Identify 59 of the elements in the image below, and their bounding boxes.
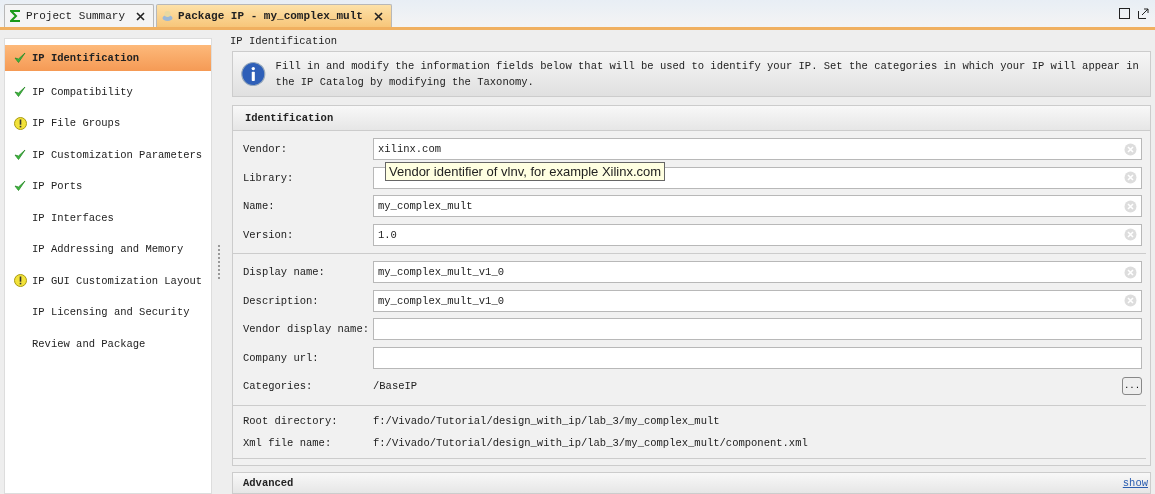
check-icon	[13, 148, 27, 161]
clear-icon[interactable]	[1124, 142, 1137, 156]
text-field[interactable]: my_complex_mult_v1_0	[373, 289, 1142, 312]
maximize-icon[interactable]	[1119, 8, 1130, 19]
text-field[interactable]	[373, 346, 1142, 369]
check-icon	[13, 52, 27, 64]
sidebar-item[interactable]: IP Identification	[5, 45, 211, 71]
field-label: Display name:	[243, 266, 326, 279]
field-label: Root directory:	[243, 414, 339, 427]
group-title: IP Identification	[230, 35, 338, 47]
tab[interactable]: Project Summary	[4, 4, 155, 27]
text-field[interactable]: xilinx.com	[373, 138, 1142, 161]
text-field[interactable]: my_complex_mult_v1_0	[373, 261, 1142, 284]
check-icon	[13, 180, 27, 193]
field-label: Categories:	[243, 380, 314, 393]
close-icon[interactable]	[373, 11, 383, 21]
close-icon[interactable]	[136, 11, 146, 21]
sidebar-item[interactable]: IP Licensing and Security	[5, 296, 211, 328]
sidebar-item[interactable]: IP Ports	[5, 170, 211, 202]
clear-icon[interactable]	[1124, 294, 1137, 308]
text-field[interactable]: 1.0	[373, 223, 1142, 246]
sidebar-item[interactable]: IP File Groups	[5, 107, 211, 139]
tab[interactable]: Package IP - my_complex_mult	[156, 4, 392, 27]
sidebar-item[interactable]: IP Addressing and Memory	[5, 233, 211, 265]
text-field[interactable]: my_complex_mult	[373, 195, 1142, 218]
field-label: Xml file name:	[243, 436, 333, 449]
field-value: f:/Vivado/Tutorial/design_with_ip/lab_3/my_complex_mult	[373, 414, 721, 427]
sidebar-item[interactable]: IP Customization Parameters	[5, 139, 211, 171]
show-link[interactable]: show	[1122, 477, 1148, 489]
browse-button[interactable]: ...	[1122, 377, 1142, 396]
clear-icon[interactable]	[1124, 265, 1137, 279]
section-title: Advanced	[243, 477, 294, 489]
field-label: Name:	[243, 200, 276, 213]
field-label: Company url:	[243, 351, 320, 364]
sidebar-item[interactable]: IP Compatibility	[5, 76, 211, 108]
field-label: Vendor display name:	[243, 323, 371, 336]
field-value: f:/Vivado/Tutorial/design_with_ip/lab_3/my_complex_mult/component.xml	[373, 436, 809, 449]
field-label: Vendor:	[243, 143, 289, 156]
tooltip: Vendor identifier of vlnv, for example Xilinx.com	[385, 162, 666, 181]
info-text: Fill in and modify the information fields below that will be used to identify your IP. Set the categories in which your IP will appear in the IP Catalog by modifying the Taxonomy.	[275, 59, 1140, 90]
sigma-icon	[10, 10, 21, 22]
sidebar-item[interactable]: IP GUI Customization Layout	[5, 265, 211, 297]
clear-icon[interactable]	[1124, 228, 1137, 242]
section-title: Identification	[245, 112, 334, 124]
popout-icon[interactable]	[1138, 8, 1149, 19]
warning-icon	[13, 116, 27, 130]
clear-icon[interactable]	[1124, 199, 1137, 213]
package-icon	[162, 10, 174, 22]
sidebar-item[interactable]: IP Interfaces	[5, 202, 211, 234]
text-field[interactable]	[373, 318, 1142, 341]
splitter-handle[interactable]	[218, 244, 220, 280]
field-label: Library:	[243, 171, 295, 184]
field-label: Version:	[243, 228, 295, 241]
clear-icon[interactable]	[1124, 171, 1137, 185]
field-value: /BaseIP	[373, 380, 419, 393]
field-label: Description:	[243, 294, 320, 307]
sidebar-item[interactable]: Review and Package	[5, 328, 211, 360]
check-icon	[13, 85, 27, 98]
warning-icon	[13, 274, 27, 288]
